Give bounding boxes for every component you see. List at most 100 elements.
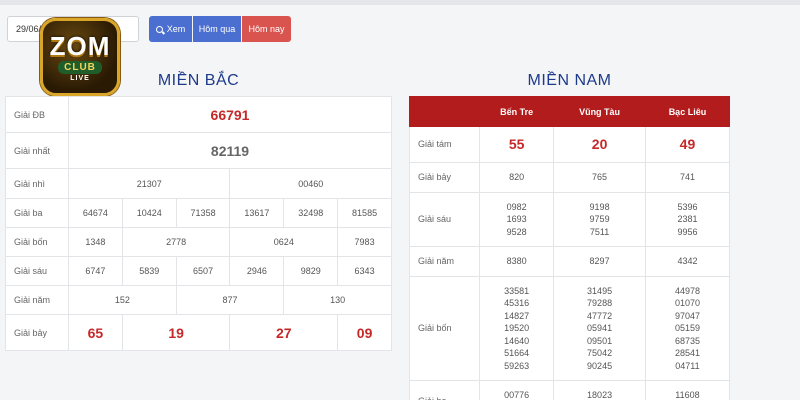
table-row: Giải sáu 6747 5839 6507 2946 9829 6343 — [5, 256, 392, 286]
table-row: Giải bảy 65 19 27 09 — [5, 314, 392, 351]
prize-label: Giải nhì — [5, 168, 69, 199]
table-row: Giải nhì 21307 00460 — [5, 168, 392, 199]
prize-value: 28541 — [674, 348, 700, 359]
prize-label: Giải bốn — [5, 227, 69, 257]
logo-main-text: ZOM — [49, 30, 111, 61]
prize-value: 71358 — [175, 198, 231, 228]
search-icon — [155, 25, 163, 33]
prize-value: 31495 — [587, 285, 613, 296]
prize-value: 82119 — [68, 132, 392, 169]
prize-label: Giải bốn — [409, 276, 480, 381]
prize-value: 9759 — [589, 214, 610, 225]
prize-value: 4342 — [644, 246, 731, 277]
table-row: Giải ĐB 66791 — [5, 96, 392, 133]
table-row: Giải sáu 0982 1693 9528 9198 9759 7511 5… — [409, 192, 731, 247]
prize-value: 19 — [121, 314, 231, 351]
prize-value: 09501 — [587, 335, 613, 346]
mien-bac-table: Giải ĐB 66791 Giải nhất 82119 Giải nhì 2… — [5, 96, 392, 351]
prize-label: Giải ĐB — [5, 96, 69, 133]
prize-value: 9528 — [506, 226, 527, 237]
prize-value: 9198 — [589, 201, 610, 212]
prize-label: Giải bảy — [5, 314, 69, 351]
table-row: Giải bốn 33581 45316 14827 19520 14640 5… — [409, 276, 731, 381]
prize-value: 14827 — [504, 310, 530, 321]
table-row: Giải năm 152 877 130 — [5, 285, 392, 315]
table-row: Giải tám 55 20 49 — [409, 126, 731, 163]
table-row: Giải năm 8380 8297 4342 — [409, 246, 731, 277]
xem-label: Xem — [166, 24, 186, 34]
prize-label: Giải sáu — [5, 256, 69, 286]
top-bar — [0, 0, 800, 5]
prize-value: 7983 — [337, 227, 392, 257]
prize-value: 877 — [175, 285, 285, 315]
prize-cell: 5396 2381 9956 — [644, 192, 731, 247]
prize-label: Giải bảy — [409, 162, 480, 193]
prize-value: 10424 — [121, 198, 177, 228]
prize-value: 6507 — [175, 256, 231, 286]
hom-nay-button[interactable]: Hôm nay — [242, 16, 291, 42]
prize-value: 04711 — [675, 360, 700, 371]
prize-value: 7511 — [589, 226, 610, 237]
province-header: Bạc Liêu — [644, 96, 731, 127]
prize-value: 79288 — [587, 298, 613, 309]
prize-value: 0624 — [229, 227, 339, 257]
prize-value: 45316 — [504, 298, 530, 309]
prize-value: 55 — [478, 126, 555, 163]
prize-value: 2381 — [677, 214, 698, 225]
prize-value: 0982 — [506, 201, 527, 212]
prize-value: 05159 — [674, 323, 700, 334]
prize-value: 97047 — [674, 310, 700, 321]
prize-cell: 44978 01070 97047 05159 68735 28541 0471… — [644, 276, 731, 381]
prize-value: 51664 — [504, 348, 530, 359]
prize-value: 27 — [229, 314, 339, 351]
prize-cell: 9198 9759 7511 — [553, 192, 646, 247]
prize-value: 18023 — [553, 380, 646, 400]
prize-value: 09 — [337, 314, 392, 351]
prize-value: 6747 — [68, 256, 123, 286]
table-row: Giải ba 00776 18023 11608 — [409, 380, 731, 400]
prize-value: 741 — [644, 162, 731, 193]
mien-bac-title: MIỀN BẮC — [157, 72, 240, 89]
prize-value: 49 — [644, 126, 731, 163]
table-row: Giải bảy 820 765 741 — [409, 162, 731, 193]
prize-value: 19520 — [504, 323, 530, 334]
prize-value: 66791 — [68, 96, 392, 133]
prize-value: 00460 — [229, 168, 392, 199]
prize-label: Giải năm — [409, 246, 480, 277]
prize-value: 20 — [553, 126, 646, 163]
prize-value: 130 — [283, 285, 392, 315]
prize-value: 1348 — [68, 227, 123, 257]
prize-value: 65 — [68, 314, 123, 351]
prize-label: Giải nhất — [5, 132, 69, 169]
prize-value: 13617 — [229, 198, 285, 228]
hom-qua-button[interactable]: Hôm qua — [193, 16, 241, 42]
prize-value: 5839 — [121, 256, 177, 286]
prize-value: 75042 — [587, 348, 613, 359]
prize-value: 32498 — [283, 198, 339, 228]
prize-value: 6343 — [337, 256, 392, 286]
prize-value: 01070 — [674, 298, 700, 309]
prize-value: 9829 — [283, 256, 339, 286]
prize-label: Giải ba — [409, 380, 480, 400]
prize-value: 21307 — [67, 168, 231, 199]
prize-value: 14640 — [504, 335, 530, 346]
prize-label: Giải năm — [5, 285, 69, 315]
prize-value: 11608 — [644, 380, 731, 400]
prize-label: Giải tám — [409, 126, 480, 163]
prize-value: 2778 — [121, 227, 231, 257]
prize-value: 59263 — [504, 360, 530, 371]
prize-value: 820 — [478, 162, 555, 193]
table-row: Giải bốn 1348 2778 0624 7983 — [5, 227, 392, 257]
province-header: Bến Tre — [478, 96, 555, 127]
prize-value: 1693 — [506, 214, 527, 225]
table-header-row: Bến Tre Vũng Tàu Bạc Liêu — [409, 96, 731, 127]
prize-value: 2946 — [229, 256, 285, 286]
prize-cell: 33581 45316 14827 19520 14640 51664 5926… — [478, 276, 555, 381]
table-row: Giải ba 64674 10424 71358 13617 32498 81… — [5, 198, 392, 228]
prize-label: Giải sáu — [409, 192, 480, 247]
prize-value: 33581 — [504, 285, 530, 296]
mien-nam-title: MIỀN NAM — [527, 72, 612, 89]
mien-nam-table: Bến Tre Vũng Tàu Bạc Liêu Giải tám 55 20… — [409, 96, 731, 400]
xem-button[interactable]: Xem — [149, 16, 192, 42]
prize-value: 9956 — [677, 226, 698, 237]
